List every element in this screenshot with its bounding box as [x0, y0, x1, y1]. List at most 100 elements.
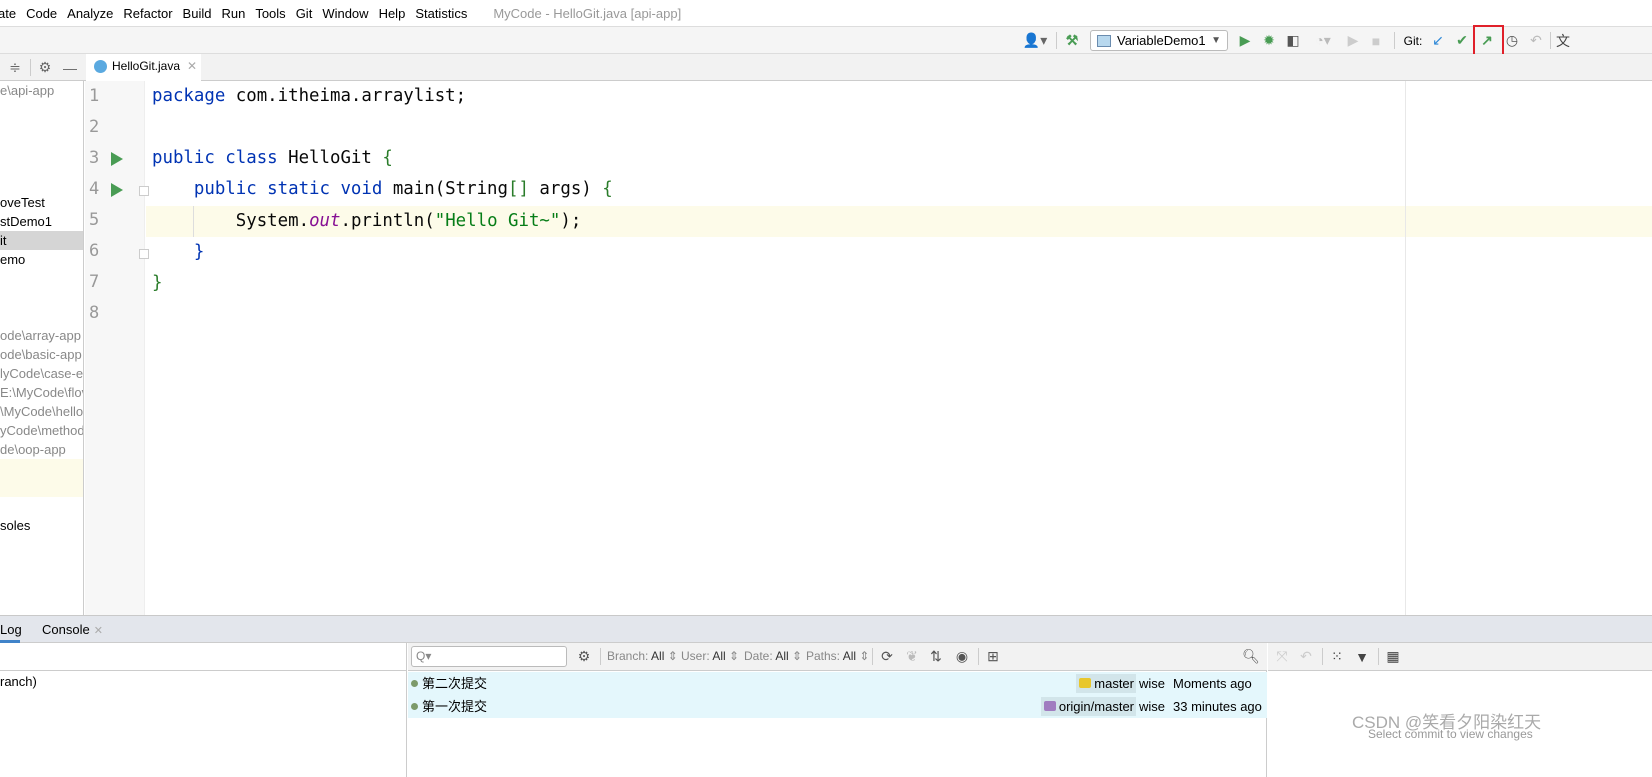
paths-filter[interactable]: Paths: All ⇕	[806, 649, 869, 663]
fold-icon[interactable]	[139, 186, 149, 196]
menu-window[interactable]: Window	[322, 6, 368, 21]
project-tree-item[interactable]: \MyCode\hello	[0, 402, 83, 421]
main-toolbar: 👤▾ ⚒ VariableDemo1 ▼ ▶ ✹ ◧ ◔▾ ▶ ■ Git: ↙ …	[0, 25, 1652, 59]
git-history-icon[interactable]: ◷	[1504, 31, 1520, 50]
git-commit-icon[interactable]: ✔	[1454, 31, 1470, 50]
git-rollback-icon[interactable]: ↶	[1528, 31, 1544, 50]
project-tree-item[interactable]: lyCode\case-ex	[0, 364, 83, 383]
java-class-icon	[94, 59, 107, 73]
project-tree-item[interactable]: oveTest	[0, 193, 83, 212]
code-line-6: }	[152, 242, 205, 262]
menu-tools[interactable]: Tools	[255, 6, 285, 21]
project-tree-item[interactable]: ode\basic-app	[0, 345, 83, 364]
revert-icon[interactable]: ↶	[1298, 647, 1314, 666]
right-margin-guide	[1405, 81, 1406, 615]
commit-row[interactable]: 第一次提交 origin/master wise 33 minutes ago	[408, 695, 1267, 718]
line-number: 5	[89, 210, 100, 230]
hide-icon[interactable]: —	[62, 58, 78, 77]
line-number: 1	[89, 86, 100, 106]
translate-icon[interactable]: 文	[1556, 31, 1570, 50]
tag-icon	[1043, 701, 1056, 711]
user-filter[interactable]: User: All ⇕	[681, 649, 739, 663]
commit-row[interactable]: 第二次提交 master wise Moments ago	[408, 672, 1267, 695]
stop-icon[interactable]: ■	[1369, 31, 1383, 50]
commit-node-icon	[411, 703, 418, 710]
tab-git-log[interactable]: Log	[0, 616, 22, 643]
branches-panel: ranch)	[0, 643, 407, 777]
line-number: 3	[89, 148, 100, 168]
commit-author: wise	[1139, 676, 1166, 691]
menu-help[interactable]: Help	[379, 6, 406, 21]
commit-time: 33 minutes ago	[1173, 699, 1262, 714]
refresh-icon[interactable]: ⟳	[879, 647, 895, 666]
fold-icon[interactable]	[139, 249, 149, 259]
tab-hellogit-java[interactable]: HelloGit.java ✕	[86, 54, 201, 81]
editor-gutter: 1 2 3 4 5 6 7 8	[85, 81, 149, 615]
menu-bar: ate Code Analyze Refactor Build Run Tools Git Wi…	[0, 0, 1652, 27]
project-tree-item[interactable]: soles	[0, 516, 83, 535]
run-gutter-icon[interactable]	[111, 183, 123, 197]
menu-analyze[interactable]: Analyze	[67, 6, 113, 21]
window-title: MyCode - HelloGit.java [api-app]	[493, 5, 682, 21]
menu-refactor[interactable]: Refactor	[123, 6, 172, 21]
resume-icon[interactable]: ▶	[1346, 31, 1360, 50]
menu-ate[interactable]: ate	[0, 6, 16, 21]
group-by-icon[interactable]: ⁙	[1328, 647, 1346, 666]
line-number: 8	[89, 303, 100, 323]
log-toolbar: Q▾ ⚙ Branch: All ⇕ User: All ⇕ Date: All…	[408, 643, 1267, 671]
sort-icon[interactable]: ⇅	[928, 647, 944, 666]
tag-icon	[1079, 678, 1092, 688]
new-tab-icon[interactable]: ⊞	[984, 647, 1002, 666]
git-update-icon[interactable]: ↙	[1430, 31, 1446, 50]
debug-icon[interactable]: ✹	[1260, 31, 1278, 50]
close-icon[interactable]: ✕	[94, 625, 103, 637]
diff-icon[interactable]: ⤧	[1274, 647, 1290, 666]
commit-node-icon	[411, 680, 418, 687]
user-icon[interactable]: 👤▾	[1022, 31, 1048, 50]
cherry-pick-icon[interactable]: ❦	[904, 647, 920, 666]
filter-icon[interactable]: ▼	[1353, 647, 1371, 666]
search-input[interactable]: Q▾	[411, 646, 567, 667]
date-filter[interactable]: Date: All ⇕	[744, 649, 802, 663]
project-tree-item[interactable]: it	[0, 231, 83, 250]
branch-item[interactable]: ranch)	[0, 674, 37, 689]
eye-icon[interactable]: ◉	[953, 647, 971, 666]
project-tree-item[interactable]: emo	[0, 250, 83, 269]
branch-ref: origin/master	[1040, 697, 1136, 716]
commit-time: Moments ago	[1173, 676, 1252, 691]
gear-icon[interactable]: ⚙	[575, 647, 593, 666]
collapse-all-icon[interactable]: ≑	[6, 58, 24, 77]
coverage-icon[interactable]: ◧	[1284, 31, 1302, 50]
branch-ref: master	[1076, 674, 1136, 693]
line-number: 7	[89, 272, 100, 292]
config-icon	[1097, 34, 1111, 47]
search-icon[interactable]: 🔍︎	[1242, 647, 1260, 666]
menu-git[interactable]: Git	[296, 6, 313, 21]
run-icon[interactable]: ▶	[1237, 31, 1253, 50]
project-tree-item[interactable]: yCode\method-	[0, 421, 83, 440]
gear-icon[interactable]: ⚙	[36, 58, 54, 77]
menu-build[interactable]: Build	[183, 6, 212, 21]
run-configuration-select[interactable]: VariableDemo1 ▼	[1090, 30, 1228, 51]
editor-tab-bar: ≑ ⚙ — HelloGit.java ✕	[0, 54, 1652, 81]
project-tree-item[interactable]: e\api-app	[0, 81, 83, 100]
project-tree-item[interactable]: de\oop-app	[0, 440, 83, 459]
profile-icon[interactable]: ◔▾	[1308, 31, 1338, 50]
code-line-5: System.out.println("Hello Git~");	[152, 211, 582, 231]
layout-icon[interactable]: ▦	[1384, 647, 1402, 666]
menu-code[interactable]: Code	[26, 6, 57, 21]
chevron-down-icon: ▼	[1211, 35, 1221, 46]
project-tree-item[interactable]: stDemo1	[0, 212, 83, 231]
menu-statistics[interactable]: Statistics	[415, 6, 467, 21]
close-icon[interactable]: ✕	[187, 59, 197, 73]
commit-message: 第一次提交	[422, 699, 488, 714]
project-tree-item[interactable]: E:\MyCode\flov	[0, 383, 83, 402]
code-line-7: }	[152, 273, 163, 293]
tab-console[interactable]: Console ✕	[42, 616, 103, 643]
branch-filter[interactable]: Branch: All ⇕	[607, 649, 678, 663]
build-hammer-icon[interactable]: ⚒	[1062, 31, 1082, 50]
menu-run[interactable]: Run	[221, 6, 245, 21]
project-tree-item[interactable]: ode\array-app	[0, 326, 83, 345]
code-line-4: public static void main(String[] args) {	[152, 179, 613, 199]
run-gutter-icon[interactable]	[111, 152, 123, 166]
